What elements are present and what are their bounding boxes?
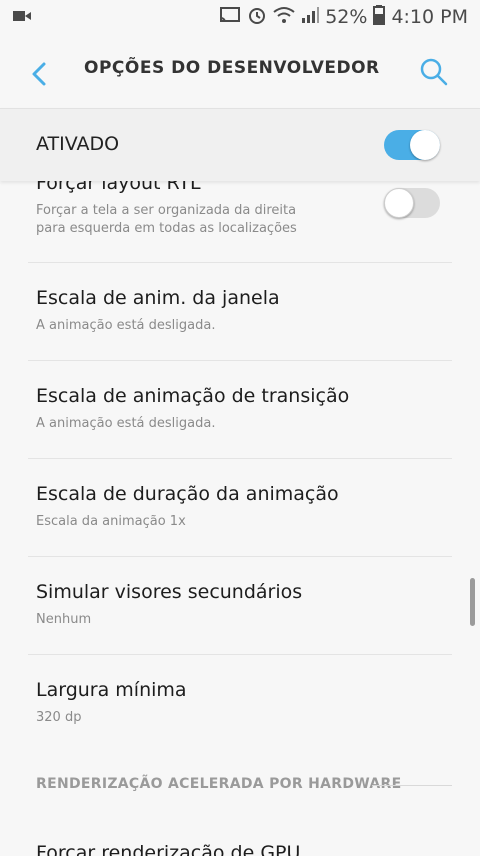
item-title: Forçar renderização de GPU xyxy=(36,842,301,856)
master-switch-row[interactable]: ATIVADO xyxy=(0,108,480,181)
alarm-icon xyxy=(247,5,267,30)
item-title: Escala de duração da animação xyxy=(36,483,339,505)
item-title: Escala de animação de transição xyxy=(36,385,350,407)
list-item-force-gpu-rendering[interactable]: Forçar renderização de GPU xyxy=(0,832,480,856)
battery-percent: 52% xyxy=(325,6,368,28)
item-subtitle: Escala da animação 1x xyxy=(36,514,186,529)
item-title: Escala de anim. da janela xyxy=(36,287,280,309)
list-item-transition-animation-scale[interactable]: Escala de animação de transição A animaç… xyxy=(0,361,480,458)
item-title: Largura mínima xyxy=(36,679,187,701)
app-bar: OPÇÕES DO DESENVOLVEDOR xyxy=(0,34,480,108)
list-item-force-rtl[interactable]: Forçar layout RTL Forçar a tela a ser or… xyxy=(0,180,480,262)
settings-list: Forçar layout RTL Forçar a tela a ser or… xyxy=(0,180,480,856)
item-subtitle: 320 dp xyxy=(36,710,82,725)
clock: 4:10 PM xyxy=(391,6,468,28)
master-switch-label: ATIVADO xyxy=(36,133,120,155)
wifi-icon xyxy=(273,6,295,29)
master-switch-toggle[interactable] xyxy=(384,130,440,160)
item-title: Simular visores secundários xyxy=(36,581,303,603)
cast-icon xyxy=(219,6,241,29)
list-item-smallest-width[interactable]: Largura mínima 320 dp xyxy=(0,655,480,752)
toggle-knob xyxy=(384,188,414,218)
search-button[interactable] xyxy=(418,56,450,88)
chevron-left-icon xyxy=(32,62,46,86)
toggle-knob xyxy=(410,130,440,160)
search-icon xyxy=(420,58,448,86)
item-title: Forçar layout RTL xyxy=(36,180,201,194)
item-subtitle: A animação está desligada. xyxy=(36,416,216,431)
section-header-hardware-rendering: RENDERIZAÇÃO ACELERADA POR HARDWARE xyxy=(36,776,402,792)
scrollbar-thumb[interactable] xyxy=(470,578,475,626)
back-button[interactable] xyxy=(22,56,58,92)
item-subtitle: Nenhum xyxy=(36,612,92,627)
signal-icon xyxy=(301,6,320,28)
list-item-animator-duration-scale[interactable]: Escala de duração da animação Escala da … xyxy=(0,459,480,556)
status-icons: 52% 4:10 PM xyxy=(219,4,468,30)
video-call-icon xyxy=(12,6,32,28)
page-title: OPÇÕES DO DESENVOLVEDOR xyxy=(84,58,380,78)
item-subtitle: Forçar a tela a ser organizada da direit… xyxy=(36,203,297,218)
list-item-simulate-secondary-displays[interactable]: Simular visores secundários Nenhum xyxy=(0,557,480,654)
force-rtl-toggle[interactable] xyxy=(384,188,440,218)
section-divider xyxy=(372,785,452,786)
list-item-window-animation-scale[interactable]: Escala de anim. da janela A animação est… xyxy=(0,263,480,360)
item-subtitle: A animação está desligada. xyxy=(36,318,216,333)
battery-icon xyxy=(373,4,386,30)
status-bar: 52% 4:10 PM xyxy=(0,0,480,34)
item-subtitle: para esquerda em todas as localizações xyxy=(36,221,297,236)
